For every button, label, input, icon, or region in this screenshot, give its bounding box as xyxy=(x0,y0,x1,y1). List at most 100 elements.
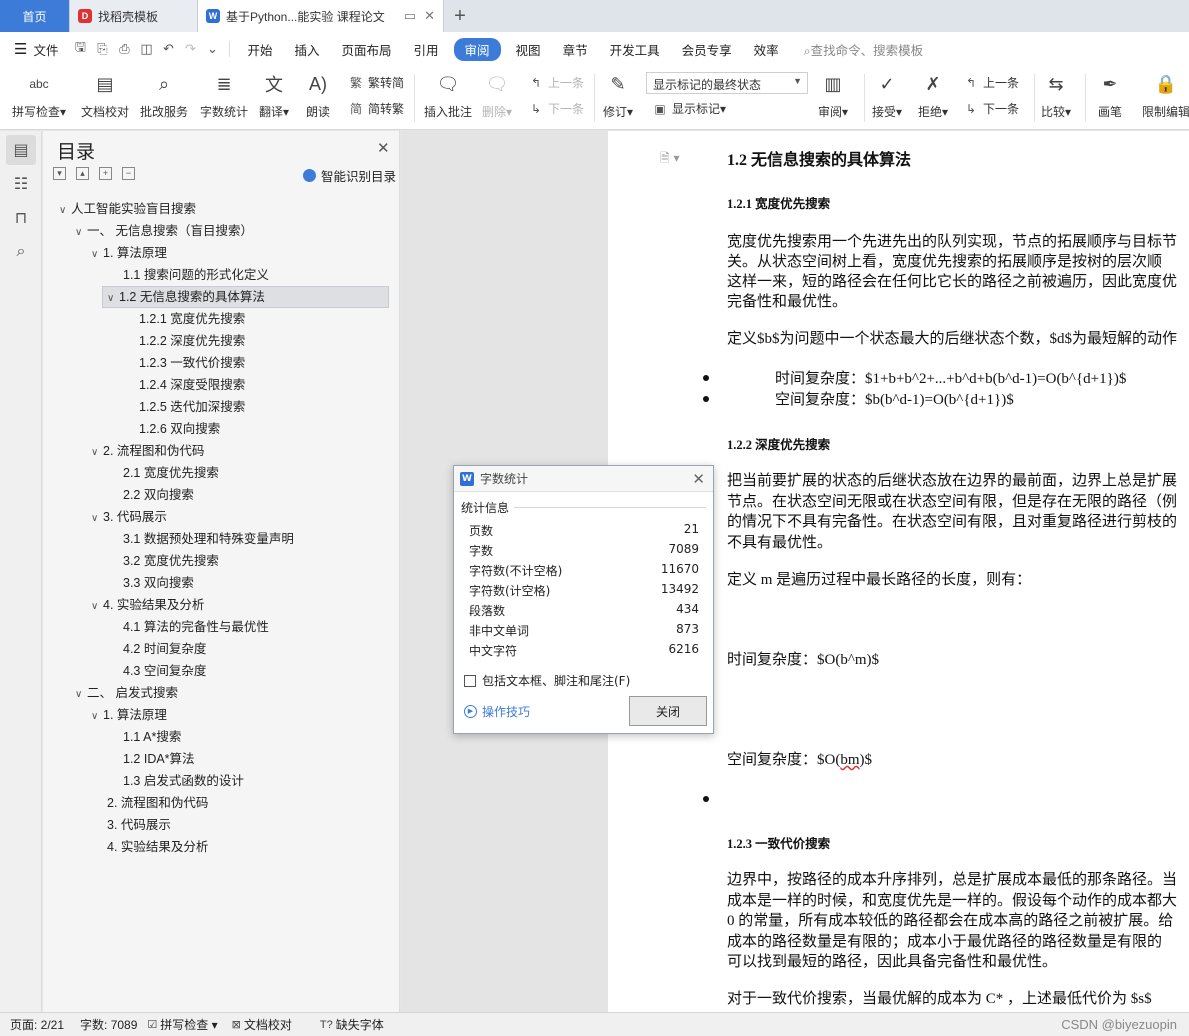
search-icon[interactable]: ⌕ xyxy=(6,237,36,267)
read-aloud-button[interactable]: A) 朗读 xyxy=(304,70,332,120)
bookmark-icon[interactable]: ⊓ xyxy=(6,203,36,233)
next-comment-button[interactable]: ↳ 下一条 xyxy=(528,100,584,117)
toc-item[interactable]: ∨ 4. 实验结果及分析 xyxy=(91,594,204,616)
toc-item[interactable]: 1.3 启发式函数的设计 xyxy=(123,770,244,792)
toc-item[interactable]: 1.1 A*搜索 xyxy=(123,726,181,748)
save-icon[interactable]: 🖫 xyxy=(69,38,91,60)
new-tab-icon[interactable]: + xyxy=(444,0,476,32)
command-search[interactable]: ⌕查找命令、搜索模板 xyxy=(790,40,924,59)
toc-item[interactable]: 2.2 双向搜索 xyxy=(123,484,194,506)
file-menu[interactable]: ☰ 文件 xyxy=(0,40,69,59)
delete-comment-button[interactable]: 🗨 删除▾ xyxy=(482,70,512,120)
toc-item[interactable]: 1.2.2 深度优先搜索 xyxy=(139,330,245,352)
batch-service-button[interactable]: ⌕ 批改服务 xyxy=(140,70,188,120)
show-markup-button[interactable]: ▣ 显示标记 ▾ xyxy=(652,100,726,117)
print-icon[interactable]: ⎙ xyxy=(113,41,135,57)
menu-insert[interactable]: 插入 xyxy=(283,40,330,59)
toc-item[interactable]: 1.1 搜索问题的形式化定义 xyxy=(123,264,269,286)
spell-check-button[interactable]: abc 拼写检查▾ xyxy=(12,70,66,120)
toc-item[interactable]: 3.3 双向搜索 xyxy=(123,572,194,594)
expand-all-icon[interactable]: ▴ xyxy=(76,167,89,180)
doc-proofread-button[interactable]: ▤ 文档校对 xyxy=(81,70,129,120)
toc-item[interactable]: 1.2.1 宽度优先搜索 xyxy=(139,308,245,330)
markup-state-select[interactable]: 显示标记的最终状态 ▼ xyxy=(646,72,808,94)
compare-button[interactable]: ⇆ 比较▾ xyxy=(1041,70,1071,120)
close-button[interactable]: 关闭 xyxy=(629,696,707,726)
dialog-titlebar[interactable]: W 字数统计 ✕ xyxy=(454,466,713,492)
toc-item[interactable]: ∨ 2. 流程图和伪代码 xyxy=(91,440,204,462)
toc-item-selected[interactable]: ∨ 1.2 无信息搜索的具体算法 xyxy=(102,286,389,308)
menu-section[interactable]: 章节 xyxy=(552,40,599,59)
toc-item[interactable]: ∨ 3. 代码展示 xyxy=(91,506,167,528)
checkbox-box[interactable] xyxy=(464,674,476,687)
toc-item[interactable]: 1.2.4 深度受限搜索 xyxy=(139,374,245,396)
pen-button[interactable]: ✒ 画笔 xyxy=(1096,70,1124,120)
accept-button[interactable]: ✓ 接受▾ xyxy=(872,70,902,120)
proofread-status[interactable]: ⊠ 文档校对 xyxy=(232,1016,292,1033)
simp-to-trad-button[interactable]: 简简转繁 xyxy=(348,100,404,117)
add-item-icon[interactable]: + xyxy=(99,167,112,180)
menu-view[interactable]: 视图 xyxy=(505,40,552,59)
toc-item[interactable]: 3. 代码展示 xyxy=(107,814,171,836)
menu-reference[interactable]: 引用 xyxy=(403,40,450,59)
remove-item-icon[interactable]: − xyxy=(122,167,135,180)
insert-comment-button[interactable]: 🗨 插入批注 xyxy=(424,70,472,120)
prev-change-button[interactable]: ↰ 上一条 xyxy=(963,74,1019,91)
restrict-edit-button[interactable]: 🔒 限制编辑 xyxy=(1142,70,1189,120)
menu-efficiency[interactable]: 效率 xyxy=(743,40,790,59)
spell-check-status[interactable]: ☑ 拼写检查 ▾ xyxy=(147,1016,217,1033)
spell-error[interactable]: bm xyxy=(840,752,859,768)
close-icon[interactable]: ✕ xyxy=(377,139,390,157)
translate-button[interactable]: 文翻译▾ xyxy=(259,70,289,120)
toc-item[interactable]: 1.2.5 迭代加深搜索 xyxy=(139,396,245,418)
toc-item[interactable]: 1.2.6 双向搜索 xyxy=(139,418,220,440)
page-indicator[interactable]: 页面: 2/21 xyxy=(10,1016,64,1033)
tab-document[interactable]: W 基于Python...能实验 课程论文 ▭ ✕ xyxy=(198,0,444,32)
paragraph-menu-icon[interactable]: 🗎 ▾ xyxy=(660,149,680,170)
menu-dev-tools[interactable]: 开发工具 xyxy=(599,40,671,59)
toc-item[interactable]: ∨ 人工智能实验盲目搜索 xyxy=(59,198,196,220)
track-changes-button[interactable]: ✎ 修订▾ xyxy=(603,70,633,120)
toc-icon[interactable]: ▤ xyxy=(6,135,36,165)
toc-item[interactable]: 1.2.3 一致代价搜索 xyxy=(139,352,245,374)
close-tab-icon[interactable]: ✕ xyxy=(424,8,435,23)
undo-icon[interactable]: ↶ xyxy=(157,41,179,57)
toc-item[interactable]: 4.2 时间复杂度 xyxy=(123,638,206,660)
missing-font-status[interactable]: T? 缺失字体 xyxy=(320,1016,384,1033)
toc-item[interactable]: 3.1 数据预处理和特殊变量声明 xyxy=(123,528,294,550)
word-count-button[interactable]: ≣ 字数统计 xyxy=(200,70,248,120)
include-textbox-checkbox[interactable]: 包括文本框、脚注和尾注(F) xyxy=(464,672,630,689)
smart-toc-button[interactable]: 智能识别目录 xyxy=(303,166,396,185)
reject-button[interactable]: ✗ 拒绝▾ xyxy=(918,70,948,120)
toc-item[interactable]: 3.2 宽度优先搜索 xyxy=(123,550,219,572)
close-icon[interactable]: ✕ xyxy=(692,470,705,488)
toc-item[interactable]: 4.1 算法的完备性与最优性 xyxy=(123,616,269,638)
tab-docer-templates[interactable]: D 找稻壳模板 xyxy=(70,0,198,32)
toc-item[interactable]: ∨ 二、 启发式搜索 xyxy=(75,682,178,704)
more-icon[interactable]: ⌄ xyxy=(201,41,223,57)
trad-to-simp-button[interactable]: 繁繁转简 xyxy=(348,74,404,91)
menu-start[interactable]: 开始 xyxy=(236,40,283,59)
next-change-button[interactable]: ↳ 下一条 xyxy=(963,100,1019,117)
toc-item[interactable]: ∨ 1. 算法原理 xyxy=(91,704,167,726)
menu-member[interactable]: 会员专享 xyxy=(671,40,743,59)
toc-item[interactable]: ∨ 一、 无信息搜索（盲目搜索） xyxy=(75,220,253,242)
menu-page-layout[interactable]: 页面布局 xyxy=(331,40,403,59)
print-preview-icon[interactable]: ◫ xyxy=(135,41,157,57)
toc-item[interactable]: 4. 实验结果及分析 xyxy=(107,836,208,858)
toc-item[interactable]: 1.2 IDA*算法 xyxy=(123,748,195,770)
float-window-icon[interactable]: ▭ xyxy=(404,8,416,23)
tab-home[interactable]: 首页 xyxy=(0,0,70,32)
chapter-icon[interactable]: ☷ xyxy=(6,169,36,199)
collapse-all-icon[interactable]: ▾ xyxy=(53,167,66,180)
menu-review[interactable]: 审阅 xyxy=(453,37,501,61)
prev-comment-button[interactable]: ↰ 上一条 xyxy=(528,74,584,91)
redo-icon[interactable]: ↷ xyxy=(179,41,201,57)
toc-item[interactable]: ∨ 1. 算法原理 xyxy=(91,242,167,264)
review-pane-button[interactable]: ▥ 审阅▾ xyxy=(818,70,848,120)
word-count-indicator[interactable]: 字数: 7089 xyxy=(80,1016,137,1033)
export-icon[interactable]: ⎘ xyxy=(91,41,113,57)
toc-item[interactable]: 2. 流程图和伪代码 xyxy=(107,792,208,814)
tips-link[interactable]: ▶ 操作技巧 xyxy=(464,703,530,720)
toc-item[interactable]: 2.1 宽度优先搜索 xyxy=(123,462,219,484)
